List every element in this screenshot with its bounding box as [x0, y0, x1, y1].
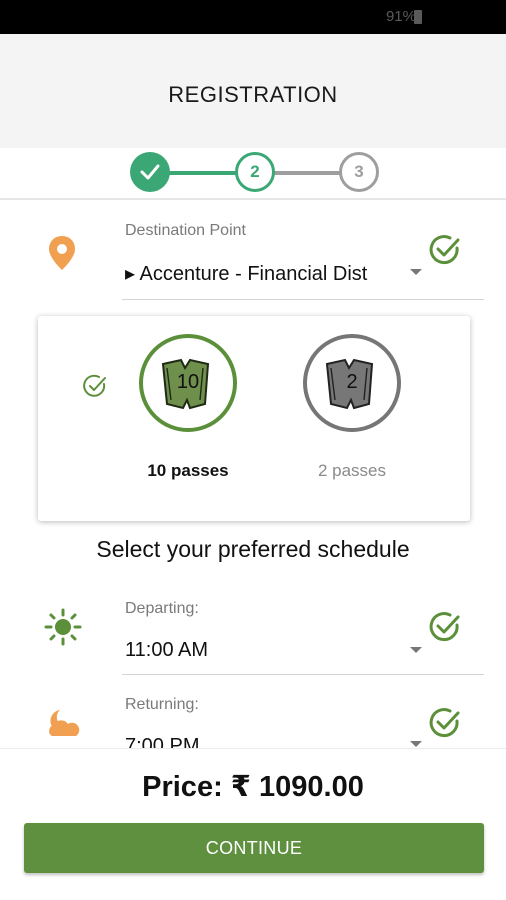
- field-underline: [122, 674, 484, 675]
- dropdown-arrow-icon[interactable]: [410, 741, 422, 747]
- continue-button[interactable]: CONTINUE: [24, 823, 484, 873]
- dropdown-arrow-icon[interactable]: [410, 647, 422, 653]
- step-3-pending[interactable]: 3: [339, 152, 379, 192]
- departing-label: Departing:: [125, 600, 199, 617]
- check-circle-icon: [429, 235, 460, 265]
- page-title: REGISTRATION: [168, 82, 338, 107]
- pass-10-circle[interactable]: 10: [139, 334, 237, 432]
- pass-2-label: 2 passes: [317, 461, 387, 480]
- returning-field[interactable]: Returning: 7:00 PM: [0, 688, 506, 752]
- stepper-line-pending: [274, 171, 342, 175]
- check-circle-icon: [429, 708, 460, 738]
- pass-2-circle[interactable]: 2: [303, 334, 401, 432]
- price-total: Price: ₹ 1090.00: [142, 771, 364, 803]
- location-pin-icon: [49, 236, 75, 270]
- sun-icon: [44, 608, 82, 646]
- pass-option-10[interactable]: 10 10 passes: [98, 316, 278, 521]
- pass-option-2[interactable]: 2 2 passes: [262, 316, 442, 521]
- destination-label: Destination Point: [125, 222, 246, 239]
- departing-time[interactable]: 11:00 AM: [125, 639, 208, 662]
- checkout-footer: Price: ₹ 1090.00 CONTINUE: [0, 748, 506, 900]
- pass-2-count: 2: [346, 371, 358, 393]
- field-underline: [122, 299, 484, 300]
- stepper-line-completed: [168, 171, 238, 175]
- pass-10-label: 10 passes: [147, 461, 229, 480]
- destination-value[interactable]: ▸ Accenture - Financial Dist: [125, 261, 367, 286]
- checkmark-icon: [140, 164, 160, 180]
- schedule-title: Select your preferred schedule: [96, 536, 410, 562]
- departing-field[interactable]: Departing: 11:00 AM: [0, 592, 506, 678]
- pass-selection-card: 10 10 passes 2 2 passes: [38, 316, 470, 521]
- battery-icon: [414, 10, 422, 24]
- check-circle-icon: [429, 612, 460, 642]
- step-1-completed[interactable]: [130, 152, 170, 192]
- moon-cloud-icon: [49, 710, 80, 736]
- status-bar: 91%: [0, 0, 506, 34]
- step-2-active[interactable]: 2: [235, 152, 275, 192]
- pass-10-count: 10: [176, 371, 200, 393]
- progress-stepper: 2 3: [0, 148, 506, 200]
- destination-field[interactable]: Destination Point ▸ Accenture - Financia…: [0, 202, 506, 302]
- dropdown-arrow-icon[interactable]: [410, 269, 422, 275]
- returning-label: Returning:: [125, 696, 199, 713]
- app-header: REGISTRATION: [0, 34, 506, 148]
- battery-percentage: 91%: [385, 8, 416, 25]
